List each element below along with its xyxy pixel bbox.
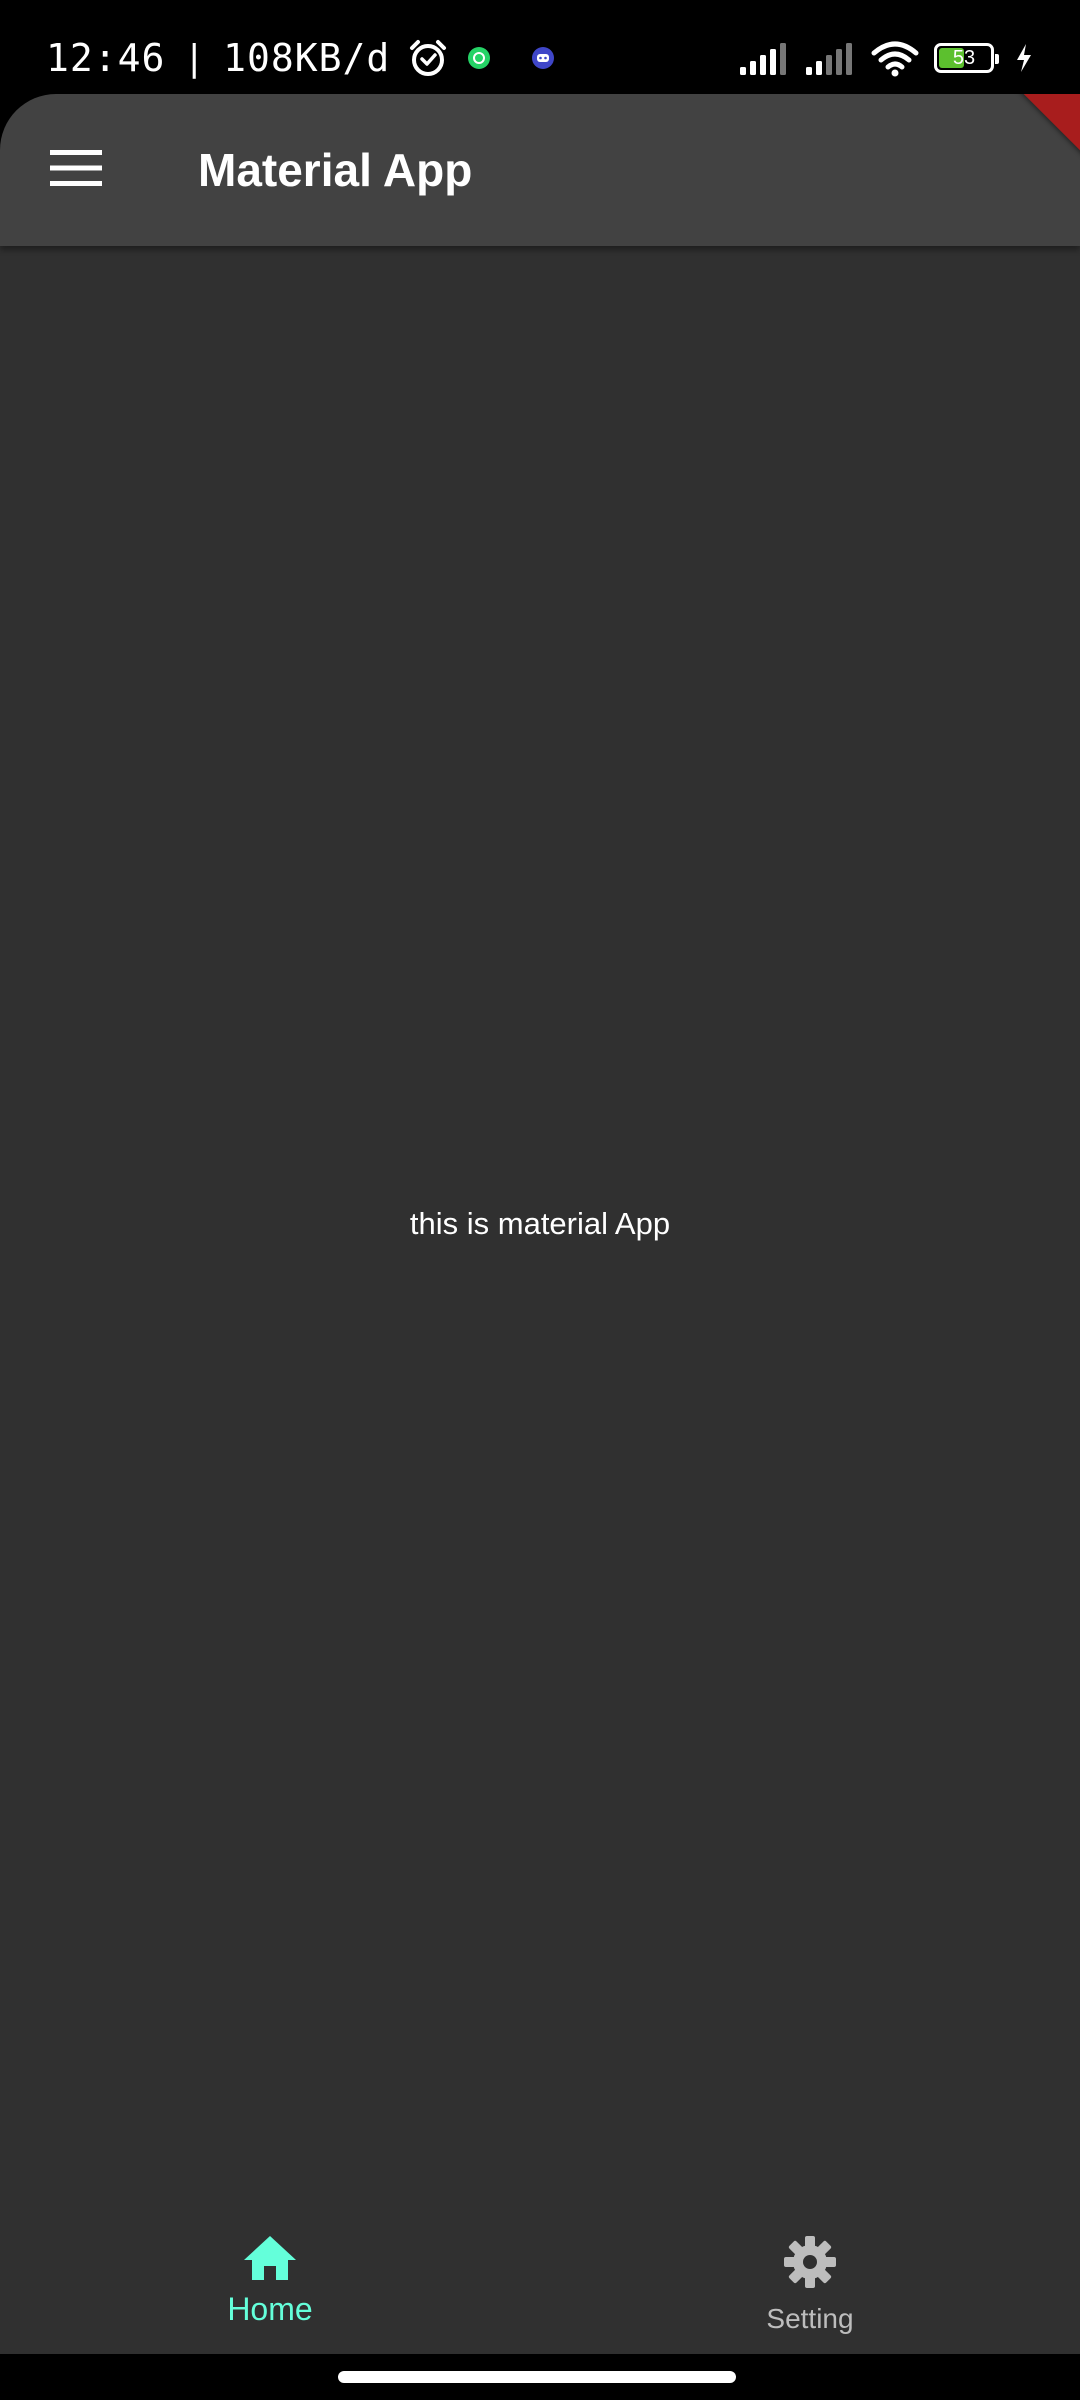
- body-text: this is material App: [409, 1206, 671, 1241]
- alarm-icon: [408, 38, 448, 78]
- gesture-area: [0, 2354, 1080, 2400]
- home-icon: [242, 2234, 298, 2287]
- status-left: 12:46 | 108KB/d: [46, 34, 556, 82]
- app-title: Material App: [198, 144, 473, 196]
- battery-level: 53: [952, 46, 976, 69]
- gesture-handle[interactable]: [338, 2371, 736, 2383]
- app-bar: Material App: [0, 94, 1080, 246]
- menu-icon: [50, 148, 102, 193]
- status-bar: 12:46 | 108KB/d 53: [0, 0, 1080, 94]
- settings-icon: [782, 2234, 838, 2295]
- status-right: 53: [738, 34, 1034, 82]
- bottom-navigation: Home Setting: [0, 2200, 1080, 2354]
- battery-icon: 53: [934, 43, 999, 73]
- wifi-icon: [870, 39, 920, 77]
- charging-icon: [1014, 43, 1034, 73]
- discord-icon: [530, 45, 556, 71]
- screen: 12:46 | 108KB/d 53 Material App this is …: [0, 0, 1080, 2400]
- menu-button[interactable]: [28, 128, 124, 212]
- nav-item-setting[interactable]: Setting: [540, 2200, 1080, 2354]
- signal-icon: [804, 41, 856, 75]
- nav-label-setting: Setting: [766, 2303, 854, 2334]
- network-speed: 108KB/d: [223, 36, 391, 80]
- debug-banner: [1011, 94, 1080, 167]
- signal-icon: [738, 41, 790, 75]
- status-separator: |: [183, 37, 206, 79]
- status-time: 12:46: [46, 36, 166, 80]
- body-area: this is material App: [0, 246, 1080, 2232]
- nav-item-home[interactable]: Home: [0, 2200, 540, 2354]
- whatsapp-icon: [466, 45, 492, 71]
- nav-label-home: Home: [227, 2291, 313, 2327]
